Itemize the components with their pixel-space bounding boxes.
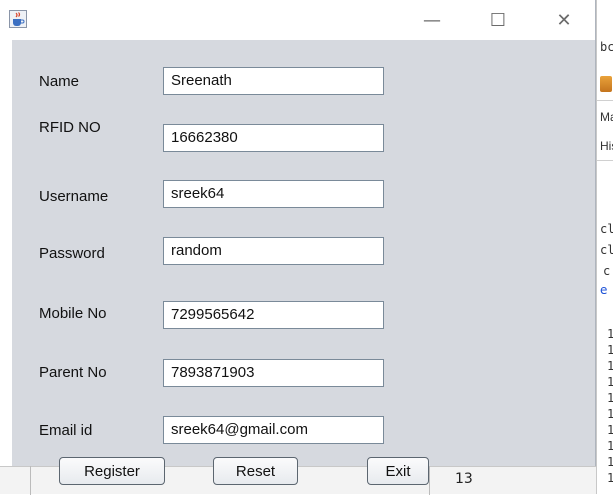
background-text: 1: [607, 407, 613, 421]
background-image: [600, 76, 612, 92]
parent-label: Parent No: [39, 364, 107, 381]
form-panel: Name Sreenath RFID NO 16662380 Username …: [12, 40, 595, 466]
background-divider: [597, 100, 613, 101]
background-text: cl: [600, 222, 613, 236]
background-text: 1: [607, 359, 613, 373]
background-number: 13: [455, 471, 473, 487]
rfid-label: RFID NO: [39, 119, 101, 136]
close-icon: ✕: [556, 9, 572, 31]
background-text: 1: [607, 343, 613, 357]
background-text: cl: [600, 243, 613, 257]
background-text: 1: [607, 455, 613, 469]
parent-field[interactable]: 7893871903: [163, 359, 384, 387]
email-label: Email id: [39, 422, 93, 439]
registration-window: — ☐ ✕ Name Sreenath RFID NO 16662380 Use…: [0, 0, 596, 485]
background-text: 1: [607, 327, 613, 341]
minimize-button[interactable]: —: [410, 6, 454, 34]
background-text: His: [600, 139, 613, 153]
background-text: bc: [600, 40, 613, 54]
mobile-label: Mobile No: [39, 305, 107, 322]
username-field[interactable]: sreek64: [163, 180, 384, 208]
password-label: Password: [39, 245, 105, 262]
background-text: 1: [607, 423, 613, 437]
exit-button[interactable]: Exit: [367, 457, 429, 485]
maximize-icon: ☐: [489, 9, 507, 31]
minimize-icon: —: [423, 9, 441, 31]
password-field[interactable]: random: [163, 237, 384, 265]
background-divider: [597, 160, 613, 161]
background-text: 1: [607, 471, 613, 485]
background-text: Ma: [600, 110, 613, 124]
background-text: 1: [607, 439, 613, 453]
background-text: 1: [607, 391, 613, 405]
maximize-button[interactable]: ☐: [476, 6, 520, 34]
name-label: Name: [39, 73, 80, 90]
background-link[interactable]: e: [600, 283, 607, 297]
email-field[interactable]: sreek64@gmail.com: [163, 416, 384, 444]
title-bar[interactable]: — ☐ ✕: [0, 0, 595, 40]
username-label: Username: [39, 188, 109, 205]
background-app-strip: bc Ma His cl cl c e 1 1 1 1 1 1 1 1 1 1: [596, 0, 613, 494]
mobile-field[interactable]: 7299565642: [163, 301, 384, 329]
reset-button[interactable]: Reset: [213, 457, 298, 485]
background-text: c: [603, 264, 611, 278]
background-text: 1: [607, 375, 613, 389]
close-button[interactable]: ✕: [542, 6, 586, 34]
java-cup-icon: [9, 10, 27, 28]
rfid-field[interactable]: 16662380: [163, 124, 384, 152]
register-button[interactable]: Register: [59, 457, 165, 485]
name-field[interactable]: Sreenath: [163, 67, 384, 95]
